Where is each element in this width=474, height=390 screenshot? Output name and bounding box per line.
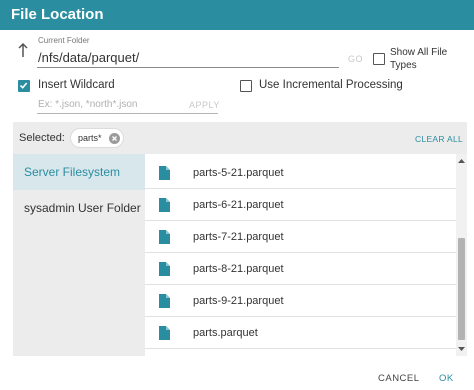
file-icon [159,198,170,212]
ok-button[interactable]: OK [439,373,454,384]
source-label: Server Filesystem [24,165,121,179]
source-server-filesystem[interactable]: Server Filesystem [13,154,145,190]
file-icon [159,262,170,276]
file-row[interactable]: parts-5-21.parquet [145,157,456,189]
show-all-file-types-checkbox[interactable] [373,53,385,65]
show-all-file-types-label: Show All File Types [390,47,448,71]
source-label: sysadmin User Folder [24,201,141,215]
file-name: parts-7-21.parquet [193,231,284,243]
incremental-processing-checkbox[interactable] [240,80,252,92]
selected-chip-label: parts* [78,133,102,143]
file-name: parts-6-21.parquet [193,199,284,211]
current-folder-label: Current Folder [38,36,90,45]
file-row[interactable]: parts.parquet [145,317,456,349]
file-icon [159,166,170,180]
chip-remove-icon[interactable] [109,133,120,144]
file-name: parts.parquet [193,327,258,339]
checkmark-icon [19,82,28,89]
file-browser: Server Filesystem sysadmin User Folder p… [13,154,467,356]
apply-button[interactable]: APPLY [189,100,220,110]
file-name: parts-8-21.parquet [193,263,284,275]
go-button[interactable]: GO [348,54,363,64]
file-row[interactable]: parts-9-21.parquet [145,285,456,317]
file-name: parts-5-21.parquet [193,167,284,179]
insert-wildcard-checkbox[interactable] [18,80,30,92]
file-row[interactable]: parts-8-21.parquet [145,253,456,285]
source-sysadmin-user-folder[interactable]: sysadmin User Folder [13,190,145,226]
file-icon [159,326,170,340]
arrow-up-icon[interactable] [16,42,30,60]
file-row[interactable]: parts-6-21.parquet [145,189,456,221]
insert-wildcard-label: Insert Wildcard [38,79,115,91]
file-name: parts-9-21.parquet [193,295,284,307]
file-icon [159,230,170,244]
dialog-titlebar: File Location [0,0,474,30]
dialog-title: File Location [11,6,104,23]
scroll-up-arrow-icon[interactable] [456,156,467,166]
incremental-processing-label: Use Incremental Processing [259,79,403,91]
scrollbar[interactable] [456,154,467,356]
current-folder-input[interactable] [37,48,339,68]
file-row[interactable]: parts-7-21.parquet [145,221,456,253]
scroll-down-arrow-icon[interactable] [456,344,467,354]
cancel-button[interactable]: CANCEL [378,373,420,384]
selected-label: Selected: [19,132,65,144]
selected-bar: Selected: parts* CLEAR ALL [13,122,467,154]
selected-chip: parts* [70,128,124,148]
file-icon [159,294,170,308]
file-list: parts-5-21.parquet parts-6-21.parquet pa… [145,154,456,356]
clear-all-button[interactable]: CLEAR ALL [415,134,463,144]
scrollbar-thumb[interactable] [458,238,465,340]
